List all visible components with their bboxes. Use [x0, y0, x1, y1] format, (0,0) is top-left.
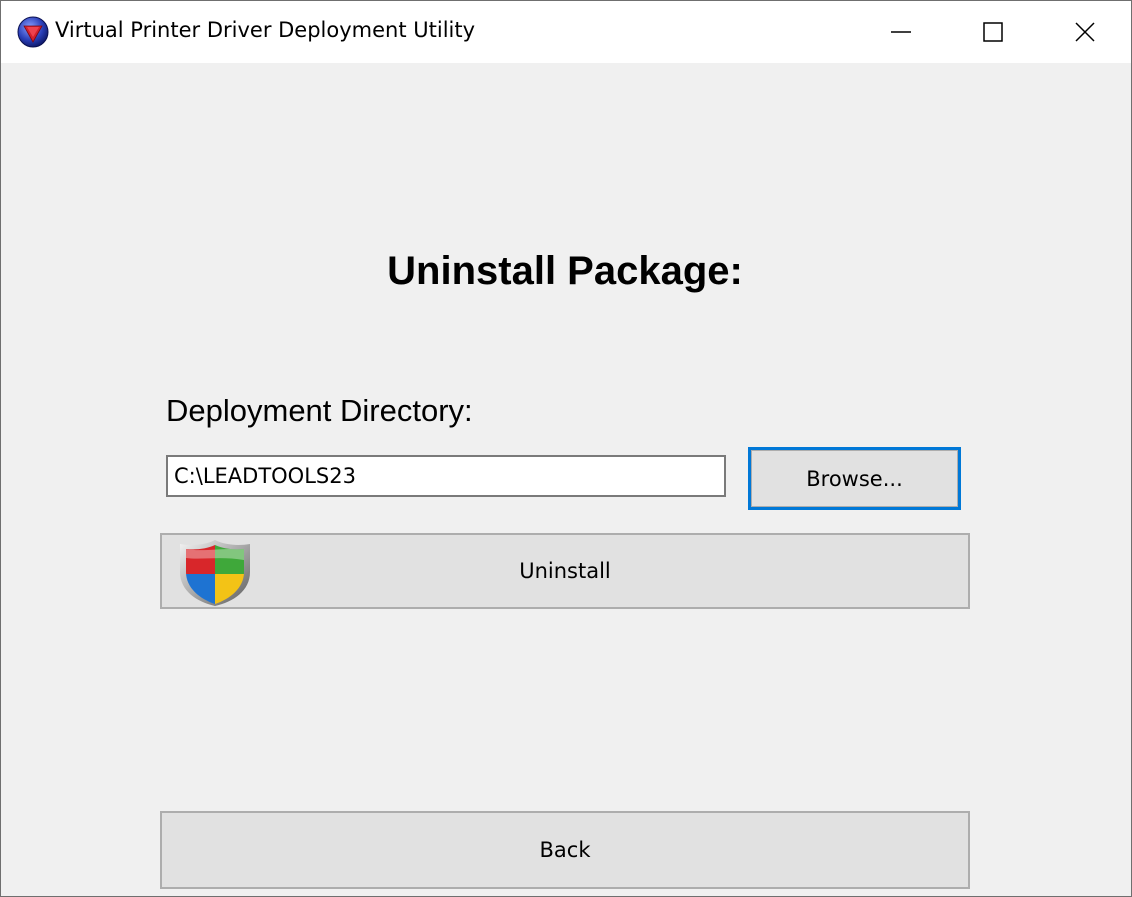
minimize-button[interactable]	[855, 1, 947, 63]
close-button[interactable]	[1039, 1, 1131, 63]
maximize-icon	[983, 22, 1003, 42]
close-icon	[1075, 22, 1095, 42]
uninstall-button[interactable]: Uninstall	[160, 533, 970, 609]
shield-icon	[180, 540, 250, 606]
browse-button-label: Browse...	[806, 466, 903, 491]
title-bar[interactable]: Virtual Printer Driver Deployment Utilit…	[1, 1, 1131, 63]
deployment-directory-label: Deployment Directory:	[166, 393, 473, 428]
uninstall-button-label: Uninstall	[519, 559, 611, 583]
deployment-directory-input[interactable]: C:\LEADTOOLS23	[166, 455, 726, 497]
minimize-icon	[891, 31, 911, 33]
app-window: Virtual Printer Driver Deployment Utilit…	[0, 0, 1132, 897]
maximize-button[interactable]	[947, 1, 1039, 63]
back-button[interactable]: Back	[160, 811, 970, 889]
browse-button[interactable]: Browse...	[748, 447, 961, 510]
back-button-label: Back	[539, 838, 591, 862]
window-title: Virtual Printer Driver Deployment Utilit…	[55, 18, 476, 42]
page-heading: Uninstall Package:	[387, 249, 743, 293]
app-logo-icon	[17, 16, 49, 48]
